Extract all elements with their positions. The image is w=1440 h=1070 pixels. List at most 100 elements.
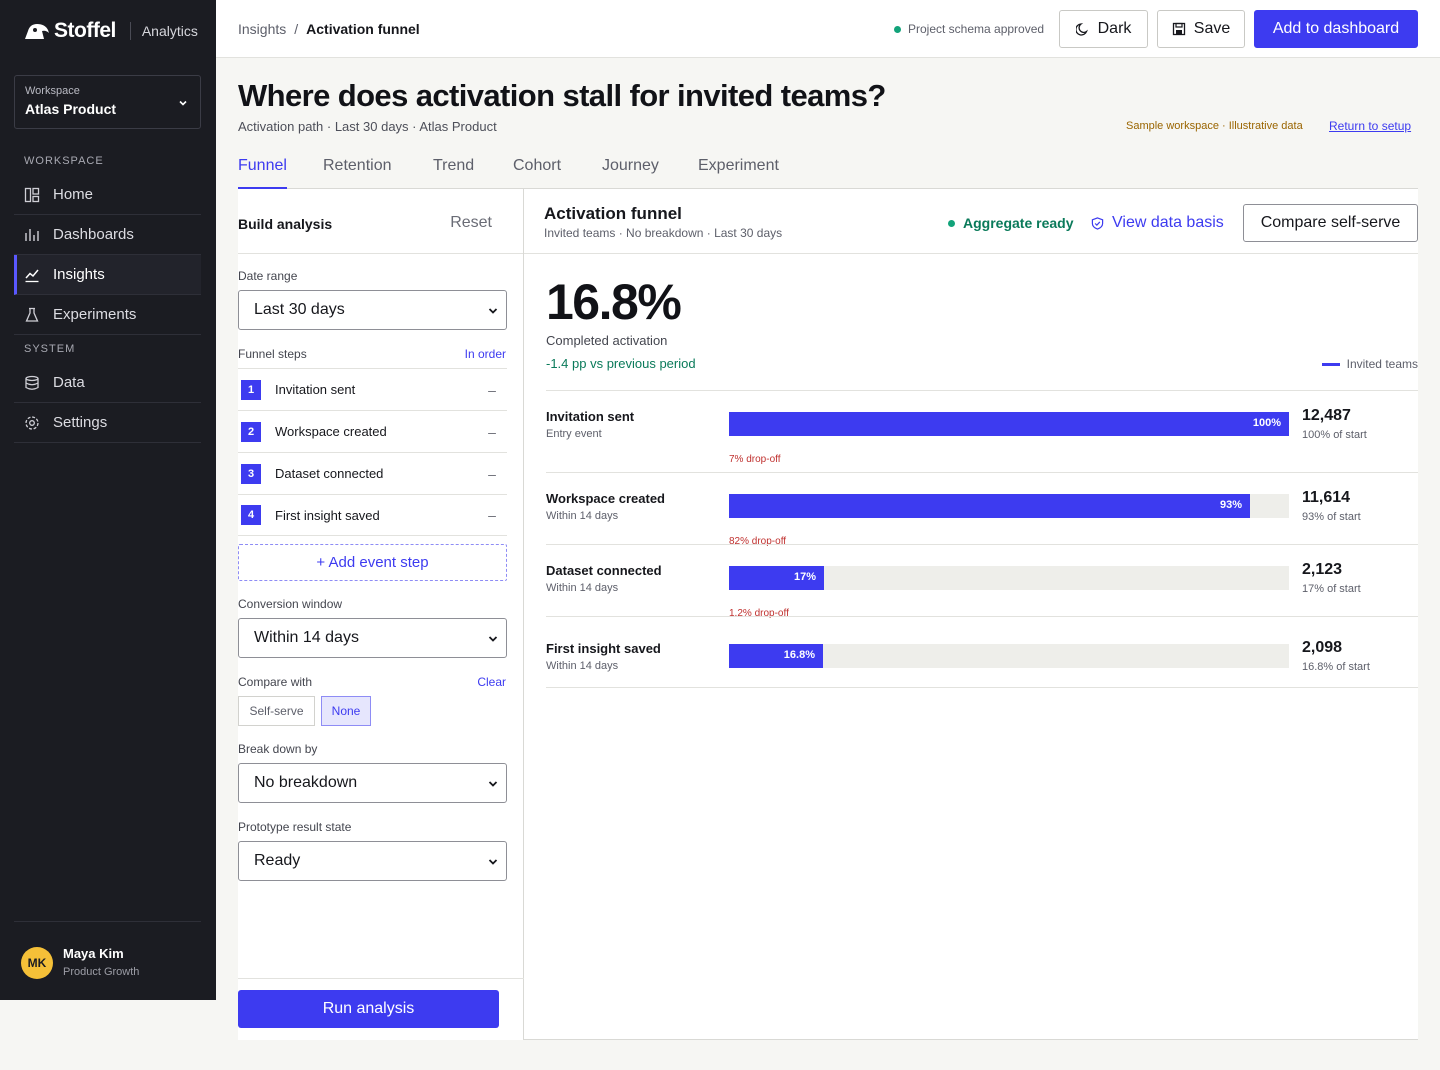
sidebar-item-experiments[interactable]: Experiments — [14, 295, 201, 335]
result-state-label: Prototype result state — [238, 820, 352, 834]
funnel-step-name: Invitation sent — [546, 409, 635, 424]
return-to-setup-link[interactable]: Return to setup — [1329, 119, 1411, 133]
funnel-bar-track: 16.8% — [729, 644, 1289, 668]
user-profile[interactable]: MK Maya Kim Product Growth — [14, 921, 201, 1000]
date-range-value: Last 30 days — [254, 301, 345, 318]
funnel-step[interactable]: 4 First insight saved – — [238, 494, 507, 536]
breakdown-select[interactable]: No breakdown — [238, 763, 507, 803]
kpi-delta: -1.4 pp vs previous period — [546, 356, 696, 371]
chevron-down-icon — [488, 636, 498, 642]
sidebar-item-label: Settings — [53, 414, 108, 431]
chevron-down-icon — [488, 859, 498, 865]
conversion-window-select[interactable]: Within 14 days — [238, 618, 507, 658]
funnel-step[interactable]: 3 Dataset connected – — [238, 452, 507, 494]
legend-swatch — [1321, 362, 1340, 366]
status-dot-icon — [948, 219, 955, 227]
sidebar-item-label: Experiments — [53, 306, 137, 323]
workspace-name: Atlas Product — [25, 101, 117, 117]
dark-mode-label: Dark — [1097, 20, 1132, 37]
save-button[interactable]: Save — [1157, 10, 1245, 48]
funnel-step-window: Within 14 days — [546, 510, 619, 522]
add-to-dashboard-button[interactable]: Add to dashboard — [1254, 10, 1418, 48]
stoffel-logo-icon — [25, 24, 49, 39]
remove-step-button[interactable]: – — [482, 382, 502, 398]
funnel-step-window: Within 14 days — [546, 660, 619, 672]
step-order-toggle[interactable]: In order — [465, 347, 506, 361]
tab-experiment[interactable]: Experiment — [698, 157, 779, 189]
sidebar: Stoffel Analytics Workspace Atlas Produc… — [0, 0, 216, 1000]
compare-self-serve-chip[interactable]: Self-serve — [238, 696, 315, 726]
add-event-step-button[interactable]: + Add event step — [238, 544, 507, 581]
step-name: Invitation sent — [275, 382, 356, 397]
funnel-step[interactable]: 2 Workspace created – — [238, 410, 507, 452]
sidebar-item-settings[interactable]: Settings — [14, 403, 201, 443]
reset-button[interactable]: Reset — [450, 214, 492, 232]
funnel-bar[interactable]: 17% — [729, 566, 824, 590]
brand-logo: Stoffel — [24, 19, 116, 43]
workspace-select[interactable]: Workspace Atlas Product — [14, 75, 201, 129]
funnel-bar[interactable]: 100% — [729, 412, 1289, 436]
sidebar-item-insights[interactable]: Insights — [14, 255, 201, 295]
sidebar-item-data[interactable]: Data — [14, 363, 201, 403]
chevron-down-icon — [488, 781, 498, 787]
funnel-step-count: 2,098 — [1302, 639, 1343, 656]
bar-chart-icon — [25, 228, 39, 241]
results-title: Activation funnel — [544, 204, 682, 223]
funnel-step-share: 17% of start — [1302, 583, 1361, 595]
view-data-basis-link[interactable]: View data basis — [1091, 214, 1224, 232]
chevron-down-icon — [488, 308, 498, 314]
funnel-step[interactable]: 1 Invitation sent – — [238, 368, 507, 410]
analysis-tabs: Funnel Retention Trend Cohort Journey Ex… — [238, 148, 1418, 189]
topbar: Insights / Activation funnel Project sch… — [216, 0, 1440, 58]
tab-trend[interactable]: Trend — [433, 157, 474, 189]
breadcrumb-root[interactable]: Insights — [238, 21, 286, 37]
funnel-step-share: 93% of start — [1302, 511, 1361, 523]
dark-mode-button[interactable]: Dark — [1059, 10, 1148, 48]
tab-retention[interactable]: Retention — [323, 157, 392, 189]
step-name: Workspace created — [275, 424, 387, 439]
conversion-window-label: Conversion window — [238, 597, 343, 611]
brand-divider — [129, 22, 131, 40]
sidebar-item-label: Dashboards — [53, 226, 134, 243]
tab-journey[interactable]: Journey — [602, 157, 659, 189]
user-role: Product Growth — [63, 966, 140, 978]
run-analysis-button[interactable]: Run analysis — [238, 990, 499, 1028]
schema-status-text: Project schema approved — [908, 22, 1045, 36]
brand[interactable]: Stoffel Analytics — [24, 19, 198, 43]
tab-cohort[interactable]: Cohort — [513, 157, 561, 189]
schema-status: Project schema approved — [894, 22, 1044, 36]
date-range-label: Date range — [238, 269, 298, 283]
sidebar-item-home[interactable]: Home — [14, 175, 201, 215]
funnel-row: Dataset connected Within 14 days 17% 2,123 1… — [546, 544, 1418, 619]
result-state-select[interactable]: Ready — [238, 841, 507, 881]
build-header: Build analysis Reset — [238, 189, 523, 254]
funnel-step-count: 2,123 — [1302, 561, 1343, 578]
sidebar-item-dashboards[interactable]: Dashboards — [14, 215, 201, 255]
date-range-select[interactable]: Last 30 days — [238, 290, 507, 330]
brand-name: Stoffel — [54, 19, 116, 42]
remove-step-button[interactable]: – — [482, 466, 502, 482]
results-subtitle: Invited teams · No breakdown · Last 30 d… — [544, 226, 783, 240]
line-chart-icon — [25, 269, 39, 282]
funnel-row: First insight saved Within 14 days 16.8% 2,… — [546, 616, 1418, 688]
remove-step-button[interactable]: – — [482, 507, 502, 523]
funnel-bar-label: 100% — [1252, 417, 1281, 429]
chart-legend: Invited teams — [1321, 357, 1418, 371]
funnel-bar-label: 93% — [1219, 499, 1242, 511]
step-number: 3 — [241, 463, 261, 484]
sidebar-item-label: Home — [53, 186, 94, 203]
compare-self-serve-button[interactable]: Compare self-serve — [1243, 204, 1418, 242]
breadcrumb: Insights / Activation funnel — [238, 21, 420, 37]
funnel-bar-track: 100% — [729, 412, 1289, 436]
funnel-step-name: First insight saved — [546, 641, 661, 656]
tab-funnel[interactable]: Funnel — [238, 157, 287, 189]
funnel-bar[interactable]: 93% — [729, 494, 1250, 518]
compare-clear-button[interactable]: Clear — [477, 675, 506, 689]
funnel-bar[interactable]: 16.8% — [729, 644, 823, 668]
funnel-row: Workspace created Within 14 days 93% 11,614… — [546, 472, 1418, 547]
remove-step-button[interactable]: – — [482, 424, 502, 440]
build-footer: Run analysis — [238, 978, 524, 1040]
funnel-step-window: Entry event — [546, 428, 602, 440]
nav-section-system: SYSTEM — [24, 343, 76, 355]
compare-none-chip[interactable]: None — [321, 696, 371, 726]
